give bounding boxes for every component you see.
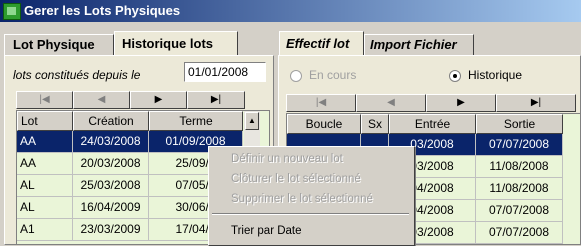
radio-en-cours[interactable] — [290, 70, 302, 82]
last-record-button[interactable]: ▶| — [187, 91, 245, 109]
table-cell-sortie[interactable]: 07/07/2008 — [476, 134, 563, 156]
prev-record-button[interactable]: ◀ — [356, 94, 426, 112]
tab-lot-physique[interactable]: Lot Physique — [4, 34, 114, 56]
table-cell-sortie[interactable]: 11/08/2008 — [476, 178, 563, 200]
prev-record-button[interactable]: ◀ — [73, 91, 130, 109]
table-cell-creation[interactable]: 24/03/2008 — [73, 131, 149, 153]
tab-label: Historique lots — [122, 36, 214, 51]
next-record-button[interactable]: ▶ — [130, 91, 187, 109]
table-cell-sortie[interactable]: 07/07/2008 — [476, 222, 563, 244]
radio-historique-label: Historique — [468, 68, 523, 82]
column-header-lot[interactable]: Lot — [17, 111, 73, 131]
title-bar[interactable]: Gerer les Lots Physiques — [0, 0, 581, 22]
tab-import-fichier[interactable]: Import Fichier — [364, 34, 474, 56]
table-cell-creation[interactable]: 25/03/2008 — [73, 175, 149, 197]
column-header-sx[interactable]: Sx — [361, 114, 389, 134]
tab-label: Import Fichier — [370, 37, 457, 52]
column-header-entree[interactable]: Entrée — [389, 114, 476, 134]
context-menu: Définir un nouveau lot Clôturer le lot s… — [208, 146, 415, 246]
table-cell-creation[interactable]: 20/03/2008 — [73, 153, 149, 175]
column-header-creation[interactable]: Création — [73, 111, 149, 131]
table-cell-sortie[interactable]: 07/07/2008 — [476, 200, 563, 222]
first-record-button[interactable]: |◀ — [16, 91, 73, 109]
table-cell-lot[interactable]: A1 — [17, 219, 73, 241]
tab-label: Lot Physique — [13, 37, 95, 52]
app-icon — [3, 3, 21, 20]
radio-historique[interactable] — [449, 70, 461, 82]
menu-item-cloturer-lot[interactable]: Clôturer le lot sélectionné — [209, 169, 412, 189]
tab-historique-lots[interactable]: Historique lots — [114, 31, 238, 56]
first-record-button[interactable]: |◀ — [286, 94, 356, 112]
radio-en-cours-label: En cours — [309, 68, 357, 82]
scroll-up-arrow-icon[interactable]: ▲ — [245, 112, 259, 130]
column-header-terme[interactable]: Terme — [149, 111, 243, 131]
menu-item-definir-nouveau-lot[interactable]: Définir un nouveau lot — [209, 149, 412, 169]
table-cell-lot[interactable]: AL — [17, 197, 73, 219]
date-filter-input[interactable]: 01/01/2008 — [184, 62, 266, 82]
column-header-boucle[interactable]: Boucle — [287, 114, 361, 134]
table-cell-sortie[interactable]: 11/08/2008 — [476, 156, 563, 178]
table-cell-lot[interactable]: AA — [17, 131, 73, 153]
column-header-sortie[interactable]: Sortie — [476, 114, 563, 134]
filter-label: lots constitués depuis le — [13, 68, 141, 82]
table-cell-creation[interactable]: 16/04/2009 — [73, 197, 149, 219]
tab-effectif-lot[interactable]: Effectif lot — [279, 31, 364, 56]
table-cell-creation[interactable]: 23/03/2009 — [73, 219, 149, 241]
tab-label: Effectif lot — [286, 36, 350, 51]
window-title: Gerer les Lots Physiques — [24, 3, 181, 18]
last-record-button[interactable]: ▶| — [496, 94, 576, 112]
table-cell-lot[interactable]: AA — [17, 153, 73, 175]
table-cell-lot[interactable]: AL — [17, 175, 73, 197]
menu-item-trier-par-date[interactable]: Trier par Date — [209, 221, 412, 241]
next-record-button[interactable]: ▶ — [426, 94, 496, 112]
menu-separator — [212, 213, 409, 215]
menu-item-supprimer-lot[interactable]: Supprimer le lot sélectionné — [209, 189, 412, 209]
